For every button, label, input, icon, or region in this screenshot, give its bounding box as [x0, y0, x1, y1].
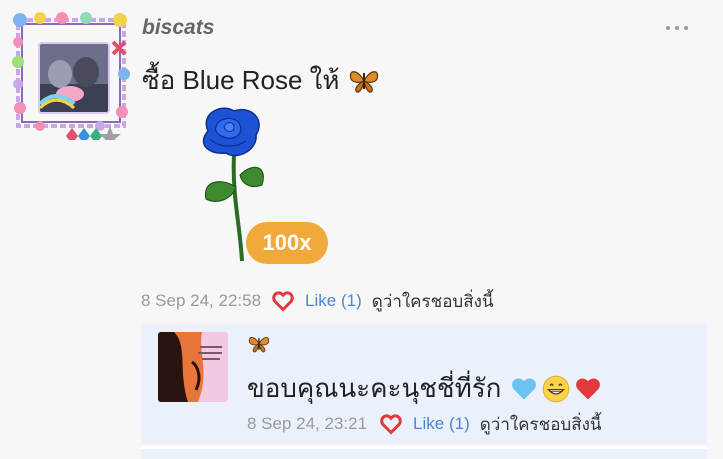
reply-who-liked-link[interactable]: ดูว่าใครชอบสิ่งนี้	[480, 411, 602, 438]
like-count: (1)	[448, 414, 470, 433]
post-meta: 8 Sep 24, 22:58 Like (1) ดูว่าใครชอบสิ่ง…	[141, 288, 494, 314]
post-timestamp: 8 Sep 24, 22:58	[141, 291, 262, 310]
who-liked-link[interactable]: ดูว่าใครชอบสิ่งนี้	[372, 288, 494, 315]
reply-card: ขอบคุณนะคะนุชชี่ที่รัก 8 Sep 24, 23:21 L…	[141, 324, 707, 444]
reply-text: ขอบคุณนะคะนุชชี่ที่รัก	[247, 373, 502, 403]
like-count: (1)	[340, 291, 362, 310]
blue-heart-emoji	[512, 377, 537, 399]
avatar	[38, 42, 110, 114]
like-label: Like	[413, 414, 445, 433]
reply-avatar[interactable]	[158, 332, 228, 402]
butterfly-icon	[349, 70, 378, 93]
next-reply-edge	[141, 449, 707, 459]
reply-timestamp: 8 Sep 24, 23:21	[247, 414, 368, 433]
username[interactable]: biscats	[142, 16, 214, 40]
heart-outline-icon[interactable]	[379, 412, 403, 436]
gift-title: ซื้อ Blue Rose ให้	[142, 60, 380, 101]
like-label: Like	[305, 291, 337, 310]
quantity-badge: 100x	[246, 222, 328, 264]
heart-outline-icon[interactable]	[271, 289, 295, 313]
reply-message: ขอบคุณนะคะนุชชี่ที่รัก	[247, 368, 603, 409]
butterfly-icon	[248, 336, 270, 353]
reply-like-button[interactable]: Like (1)	[413, 414, 470, 434]
gift-text: ซื้อ Blue Rose ให้	[142, 65, 340, 95]
more-options-icon[interactable]	[661, 18, 693, 38]
like-button[interactable]: Like (1)	[305, 291, 362, 311]
user-avatar-frame[interactable]	[10, 12, 132, 140]
grinning-face-emoji	[543, 375, 570, 402]
gift-post: biscats ซื้อ Blue Rose ให้ 100x 8 Sep 24…	[0, 0, 723, 459]
red-heart-emoji	[576, 377, 601, 399]
reply-meta: 8 Sep 24, 23:21 Like (1) ดูว่าใครชอบสิ่ง…	[247, 411, 602, 437]
